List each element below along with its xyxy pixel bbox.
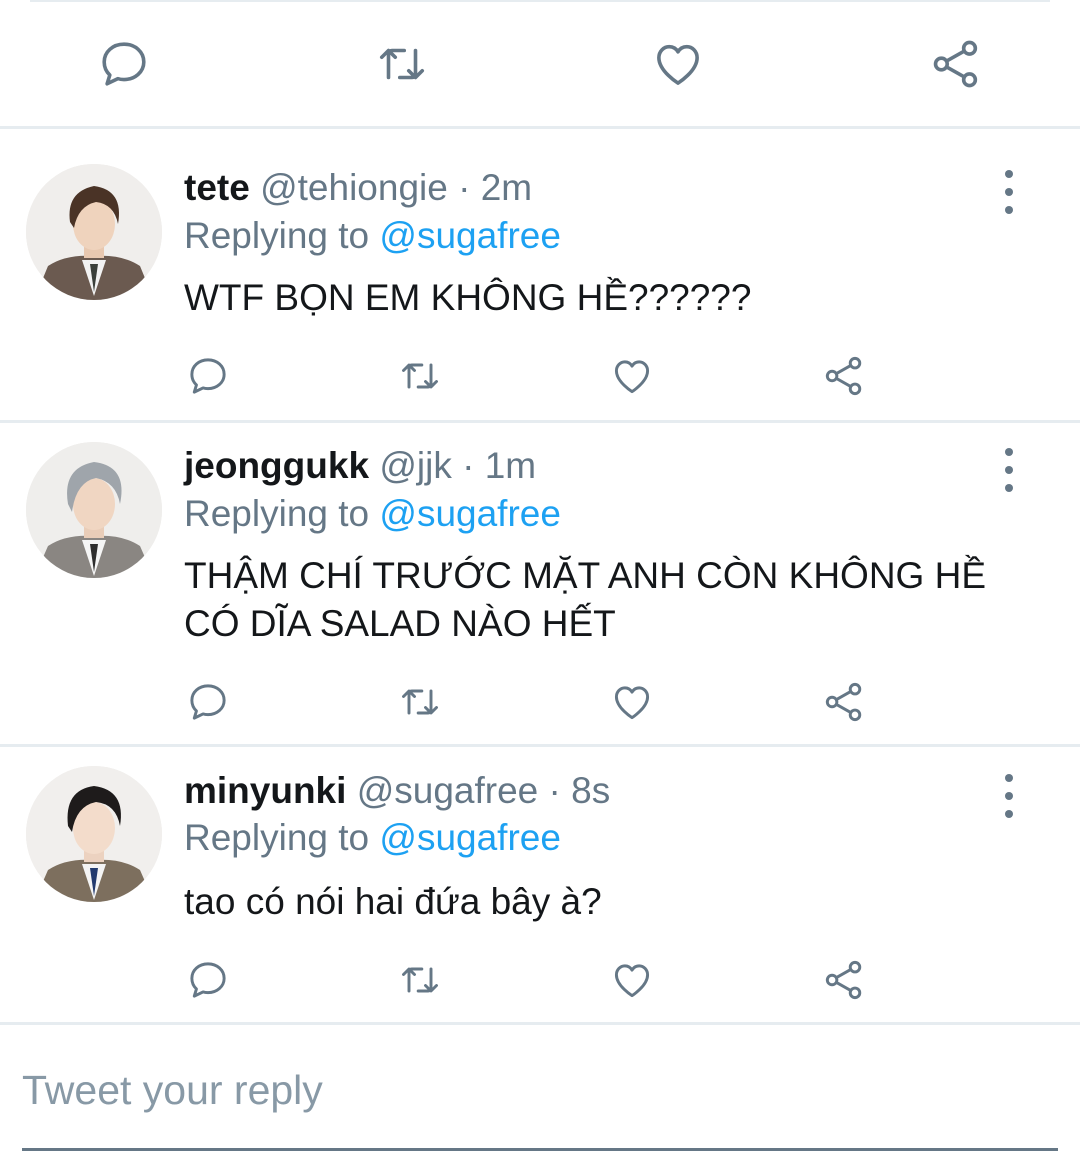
tweet-item[interactable]: minyunki @sugafree · 8s Replying to @sug… — [0, 746, 1080, 1024]
username-handle[interactable]: @tehiongie — [260, 167, 448, 208]
tweet-header: jeonggukk @jjk · 1m — [184, 441, 536, 491]
reply-icon — [190, 358, 226, 394]
avatar[interactable] — [26, 164, 162, 300]
heart-icon — [614, 360, 650, 394]
replying-to-line: Replying to @sugafree — [184, 813, 561, 863]
share-icon — [933, 40, 978, 88]
heart-icon — [614, 686, 650, 720]
replying-to-label: Replying to — [184, 215, 370, 256]
divider — [0, 1022, 1080, 1025]
tweet-header: tete @tehiongie · 2m — [184, 163, 532, 213]
reply-compose-input[interactable] — [22, 1060, 922, 1120]
more-options-button[interactable] — [994, 774, 1024, 818]
reply-icon — [190, 962, 226, 998]
tweet-header: minyunki @sugafree · 8s — [184, 766, 610, 816]
replying-to-label: Replying to — [184, 817, 370, 858]
main-like-button[interactable] — [648, 36, 708, 92]
retweet-icon — [379, 48, 425, 80]
heart-icon — [614, 964, 650, 998]
retweet-button[interactable] — [396, 956, 444, 1004]
tweet-thread-screen: tete @tehiongie · 2m Replying to @sugafr… — [0, 0, 1080, 1157]
more-dot — [1005, 810, 1013, 818]
separator-dot: · — [458, 167, 471, 208]
replying-to-line: Replying to @sugafree — [184, 211, 561, 261]
reply-button[interactable] — [184, 352, 232, 400]
separator-dot: · — [462, 445, 475, 486]
reply-button[interactable] — [184, 956, 232, 1004]
retweet-icon — [402, 967, 438, 993]
avatar[interactable] — [26, 766, 162, 902]
avatar-image — [26, 766, 162, 902]
share-icon — [825, 356, 862, 396]
more-dot — [1005, 466, 1013, 474]
more-options-button[interactable] — [994, 170, 1024, 214]
share-button[interactable] — [820, 352, 868, 400]
more-dot — [1005, 774, 1013, 782]
separator-dot: · — [548, 770, 561, 811]
more-dot — [1005, 170, 1013, 178]
more-options-button[interactable] — [994, 448, 1024, 492]
main-reply-button[interactable] — [94, 36, 154, 92]
display-name[interactable]: tete — [184, 167, 250, 208]
tweet-text: tao có nói hai đứa bây à? — [184, 881, 602, 922]
avatar-image — [26, 164, 162, 300]
reply-icon — [102, 42, 146, 86]
main-tweet-actions — [0, 0, 1080, 128]
main-share-button[interactable] — [926, 36, 986, 92]
more-dot — [1005, 792, 1013, 800]
tweet-item[interactable]: jeonggukk @jjk · 1m Replying to @sugafre… — [0, 422, 1080, 744]
display-name[interactable]: jeonggukk — [184, 445, 369, 486]
tweet-text: WTF BỌN EM KHÔNG HỀ?????? — [184, 277, 752, 318]
like-button[interactable] — [608, 956, 656, 1004]
replying-to-label: Replying to — [184, 493, 370, 534]
tweet-item[interactable]: tete @tehiongie · 2m Replying to @sugafr… — [0, 128, 1080, 420]
share-icon — [825, 682, 862, 722]
retweet-icon — [402, 689, 438, 715]
replying-to-link[interactable]: @sugafree — [379, 817, 561, 858]
replying-to-link[interactable]: @sugafree — [379, 215, 561, 256]
share-button[interactable] — [820, 678, 868, 726]
share-button[interactable] — [820, 956, 868, 1004]
retweet-button[interactable] — [396, 678, 444, 726]
more-dot — [1005, 448, 1013, 456]
compose-underline — [22, 1148, 1058, 1151]
more-dot — [1005, 484, 1013, 492]
username-handle[interactable]: @sugafree — [357, 770, 539, 811]
main-retweet-button[interactable] — [372, 36, 432, 92]
avatar[interactable] — [26, 442, 162, 578]
heart-icon — [657, 44, 699, 85]
reply-button[interactable] — [184, 678, 232, 726]
retweet-icon — [402, 363, 438, 389]
replying-to-link[interactable]: @sugafree — [379, 493, 561, 534]
replying-to-line: Replying to @sugafree — [184, 489, 561, 539]
timestamp: 8s — [571, 770, 611, 811]
like-button[interactable] — [608, 352, 656, 400]
like-button[interactable] — [608, 678, 656, 726]
avatar-image — [26, 442, 162, 578]
retweet-button[interactable] — [396, 352, 444, 400]
more-dot — [1005, 206, 1013, 214]
reply-icon — [190, 684, 226, 720]
display-name[interactable]: minyunki — [184, 770, 346, 811]
username-handle[interactable]: @jjk — [379, 445, 452, 486]
share-icon — [825, 960, 862, 1000]
more-dot — [1005, 188, 1013, 196]
tweet-text: THẬM CHÍ TRƯỚC MẶT ANH CÒN KHÔNG HỀ CÓ D… — [184, 555, 987, 644]
timestamp: 2m — [480, 167, 533, 208]
timestamp: 1m — [484, 445, 537, 486]
